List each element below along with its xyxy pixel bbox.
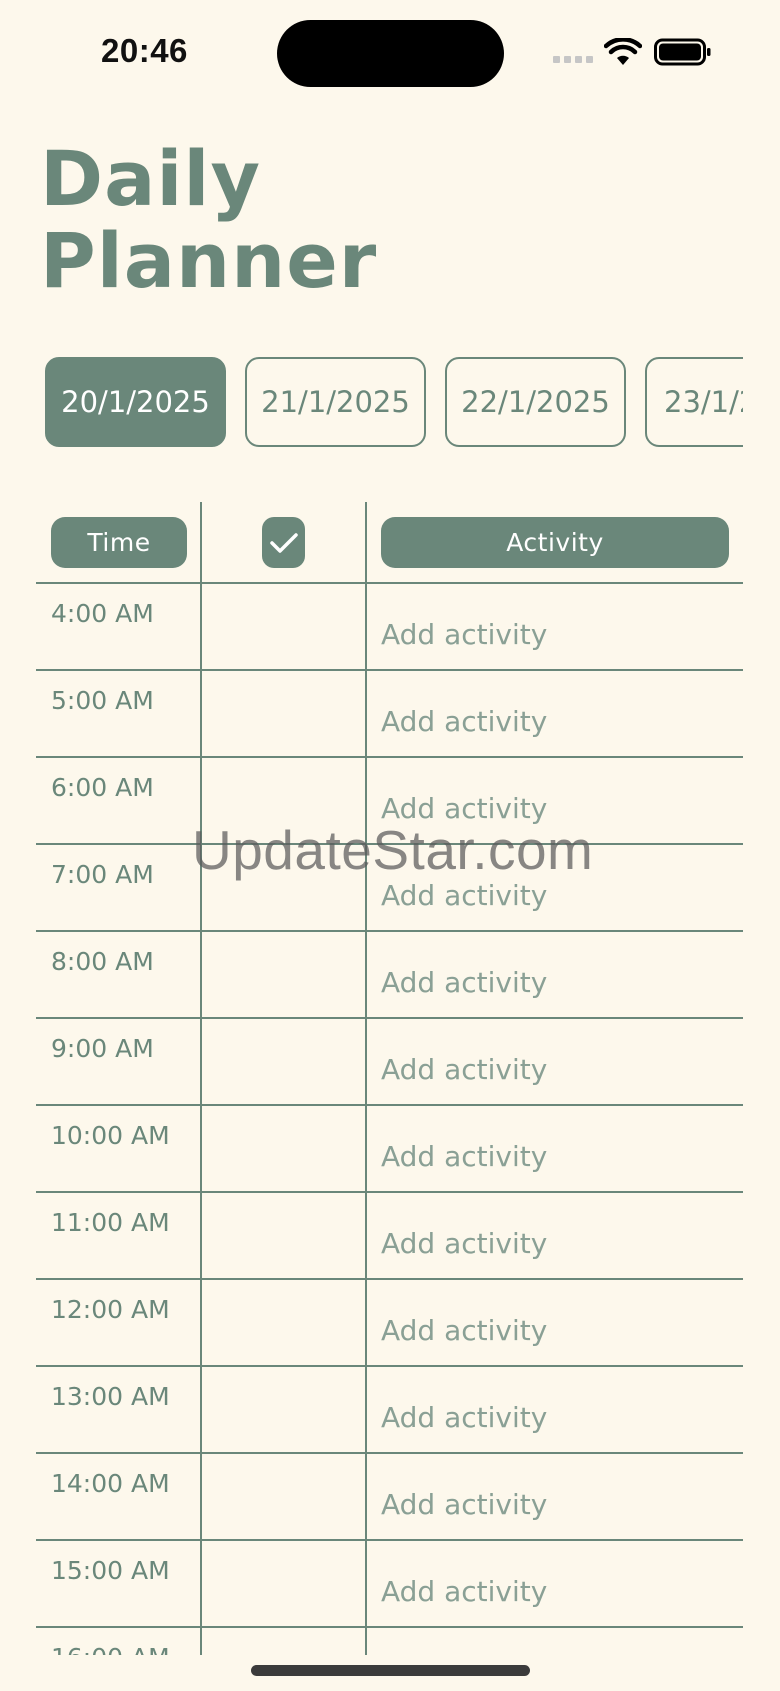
cellular-signal-icon	[553, 56, 595, 64]
done-toggle[interactable]	[203, 1367, 367, 1452]
date-chip-22-1-2025[interactable]: 22/1/2025	[445, 357, 626, 447]
table-header: Time Activity	[36, 502, 743, 582]
row-time: 11:00 AM	[51, 1208, 170, 1237]
activity-input[interactable]	[381, 1397, 721, 1437]
done-toggle[interactable]	[203, 1019, 367, 1104]
done-toggle[interactable]	[203, 1454, 367, 1539]
page-title: Daily Planner	[40, 138, 377, 302]
date-chip-20-1-2025[interactable]: 20/1/2025	[45, 357, 226, 447]
activity-input[interactable]	[381, 1049, 721, 1089]
table-row: 6:00 AM	[36, 756, 743, 843]
row-time: 8:00 AM	[51, 947, 154, 976]
activity-input[interactable]	[381, 614, 721, 654]
done-column-header	[262, 517, 305, 568]
activity-column-header: Activity	[381, 517, 729, 568]
row-time: 5:00 AM	[51, 686, 154, 715]
checkmark-icon	[269, 532, 298, 553]
table-row: 13:00 AM	[36, 1365, 743, 1452]
done-toggle[interactable]	[203, 1280, 367, 1365]
activity-input[interactable]	[381, 788, 721, 828]
activity-input[interactable]	[381, 1310, 721, 1350]
activity-input[interactable]	[381, 1484, 721, 1524]
table-row: 14:00 AM	[36, 1452, 743, 1539]
row-time: 12:00 AM	[51, 1295, 170, 1324]
done-toggle[interactable]	[203, 1541, 367, 1626]
table-row: 15:00 AM	[36, 1539, 743, 1626]
time-slot-list: 4:00 AM 5:00 AM 6:00 AM 7:00 AM 8:00 AM …	[36, 582, 743, 1655]
status-time: 20:46	[101, 32, 188, 69]
row-time: 9:00 AM	[51, 1034, 154, 1063]
table-row: 16:00 AM	[36, 1626, 743, 1655]
table-row: 10:00 AM	[36, 1104, 743, 1191]
table-row: 4:00 AM	[36, 582, 743, 669]
row-time: 16:00 AM	[51, 1643, 170, 1655]
row-time: 14:00 AM	[51, 1469, 170, 1498]
table-row: 7:00 AM	[36, 843, 743, 930]
time-column-header: Time	[51, 517, 187, 568]
activity-input[interactable]	[381, 1136, 721, 1176]
table-row: 11:00 AM	[36, 1191, 743, 1278]
row-time: 6:00 AM	[51, 773, 154, 802]
done-toggle[interactable]	[203, 932, 367, 1017]
date-chip-21-1-2025[interactable]: 21/1/2025	[245, 357, 426, 447]
planner-table: Time Activity 4:00 AM 5:00 AM 6:00 AM 7:…	[36, 502, 743, 1655]
done-toggle[interactable]	[203, 845, 367, 930]
done-toggle[interactable]	[203, 1106, 367, 1191]
row-time: 15:00 AM	[51, 1556, 170, 1585]
table-row: 5:00 AM	[36, 669, 743, 756]
row-time: 7:00 AM	[51, 860, 154, 889]
done-toggle[interactable]	[203, 1628, 367, 1655]
row-time: 13:00 AM	[51, 1382, 170, 1411]
dynamic-island	[277, 20, 504, 87]
done-toggle[interactable]	[203, 671, 367, 756]
table-row: 9:00 AM	[36, 1017, 743, 1104]
page-title-line-1: Daily	[40, 134, 262, 223]
battery-icon	[654, 38, 711, 66]
status-bar: 20:46	[0, 0, 780, 110]
row-time: 10:00 AM	[51, 1121, 170, 1150]
activity-input[interactable]	[381, 875, 721, 915]
row-time: 4:00 AM	[51, 599, 154, 628]
done-toggle[interactable]	[203, 1193, 367, 1278]
home-indicator[interactable]	[251, 1665, 530, 1676]
activity-input[interactable]	[381, 1223, 721, 1263]
activity-input[interactable]	[381, 1571, 721, 1611]
done-toggle[interactable]	[203, 758, 367, 843]
date-chip-23-1-2025[interactable]: 23/1/2025	[645, 357, 743, 447]
table-row: 12:00 AM	[36, 1278, 743, 1365]
wifi-icon	[604, 38, 642, 65]
table-row: 8:00 AM	[36, 930, 743, 1017]
page-title-line-2: Planner	[40, 216, 378, 305]
activity-input[interactable]	[381, 701, 721, 741]
date-selector[interactable]: 20/1/2025 21/1/2025 22/1/2025 23/1/2025	[45, 357, 743, 449]
done-toggle[interactable]	[203, 584, 367, 669]
activity-input[interactable]	[381, 962, 721, 1002]
